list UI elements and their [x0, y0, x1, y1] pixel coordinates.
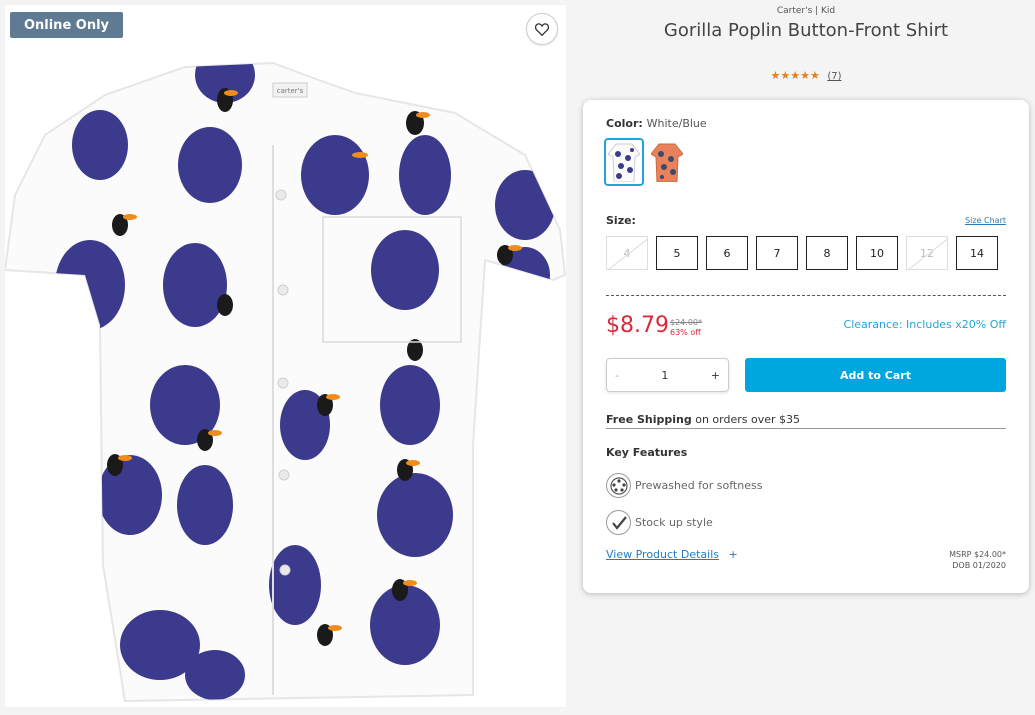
size-option-12: 12	[906, 236, 948, 270]
color-label: Color:	[606, 117, 643, 130]
online-only-badge: Online Only	[10, 12, 123, 38]
quantity-value[interactable]: 1	[661, 369, 668, 382]
shirt-thumbnail-icon	[607, 143, 641, 183]
shirt-label-text: carter's	[277, 87, 304, 95]
size-option-8[interactable]: 8	[806, 236, 848, 270]
color-swatch-orange[interactable]	[647, 138, 687, 186]
msrp-value: MSRP $24.00*	[949, 550, 1006, 559]
laundry-icon	[606, 473, 631, 498]
shipping-note: Free Shipping on orders over $35	[606, 413, 800, 426]
view-product-details-link[interactable]: View Product Details +	[606, 548, 738, 561]
product-image-pane: carter's Online Only	[5, 5, 566, 707]
size-option-14[interactable]: 14	[956, 236, 998, 270]
quantity-decrement-button[interactable]: -	[615, 369, 619, 382]
product-brand: Carter's | Kid	[776, 6, 836, 16]
shipping-rest: on orders over $35	[691, 413, 801, 426]
shipping-divider	[606, 428, 1006, 429]
size-option-6[interactable]: 6	[706, 236, 748, 270]
product-title: Gorilla Poplin Button-Front Shirt	[663, 20, 949, 41]
size-chart-link[interactable]: Size Chart	[965, 216, 1006, 225]
price-divider	[606, 295, 1006, 296]
color-row: Color: White/Blue	[606, 117, 707, 130]
review-count-link[interactable]: (7)	[827, 71, 841, 82]
size-options: 4 5 6 7 8 10 12 14	[606, 236, 998, 270]
clearance-note: Clearance: Includes x20% Off	[843, 318, 1006, 331]
size-option-7[interactable]: 7	[756, 236, 798, 270]
heart-icon	[535, 22, 549, 36]
product-image[interactable]: carter's	[5, 5, 566, 707]
shipping-bold: Free Shipping	[606, 413, 692, 426]
feature-label: Prewashed for softness	[635, 479, 763, 492]
size-label: Size:	[606, 214, 636, 227]
key-features-heading: Key Features	[606, 446, 688, 459]
msrp-info: MSRP $24.00* DOB 01/2020	[949, 549, 1006, 571]
shirt-thumbnail-icon	[650, 143, 684, 183]
color-swatch-white-blue[interactable]	[604, 138, 644, 186]
quantity-stepper: - 1 +	[606, 358, 729, 392]
sale-price: $8.79	[606, 313, 669, 338]
purchase-card: Color: White/Blue Size: Size Chart 4 5 6…	[583, 100, 1029, 593]
color-value: White/Blue	[646, 117, 707, 130]
check-icon	[606, 510, 631, 535]
quantity-increment-button[interactable]: +	[711, 369, 720, 382]
plus-icon: +	[728, 548, 738, 561]
feature-item: Prewashed for softness	[606, 473, 762, 498]
add-to-cart-button[interactable]: Add to Cart	[745, 358, 1006, 392]
discount-percent: 63% off	[670, 328, 701, 337]
size-option-4: 4	[606, 236, 648, 270]
size-option-10[interactable]: 10	[856, 236, 898, 270]
details-link-text[interactable]: View Product Details	[606, 548, 719, 561]
star-rating-icon: ★★★★★	[770, 69, 820, 82]
original-price: $24.00*	[670, 318, 702, 327]
dob-value: DOB 01/2020	[952, 561, 1006, 570]
product-rating[interactable]: ★★★★★ (7)	[583, 69, 1029, 82]
feature-item: Stock up style	[606, 510, 713, 535]
feature-label: Stock up style	[635, 516, 713, 529]
size-option-5[interactable]: 5	[656, 236, 698, 270]
favorite-button[interactable]	[526, 13, 558, 45]
